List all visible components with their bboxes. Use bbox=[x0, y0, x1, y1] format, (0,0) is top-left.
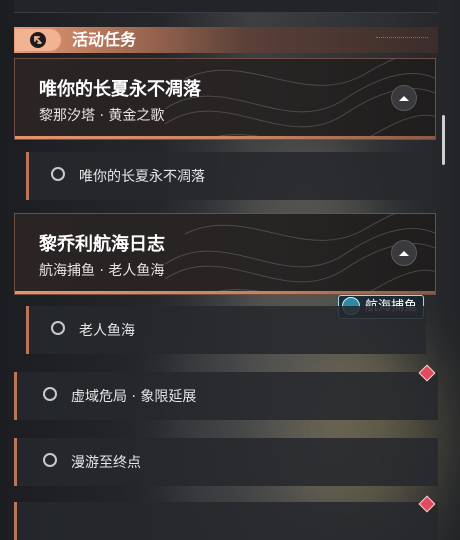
task-row[interactable]: 漫游至终点 bbox=[14, 438, 438, 486]
task-row-partial[interactable] bbox=[14, 502, 438, 540]
task-row[interactable]: 老人鱼海 bbox=[26, 306, 426, 354]
task-label: 漫游至终点 bbox=[71, 455, 141, 471]
task-row[interactable]: 唯你的长夏永不凋落 bbox=[26, 152, 426, 200]
radio-circle-icon bbox=[43, 387, 57, 401]
mission-card-summer[interactable]: 唯你的长夏永不凋落 黎那汐塔 · 黄金之歌 bbox=[14, 58, 436, 140]
chevron-up-icon[interactable] bbox=[391, 85, 417, 111]
scrollbar-thumb[interactable] bbox=[442, 115, 445, 165]
mission-title: 唯你的长夏永不凋落 bbox=[39, 79, 201, 100]
mission-card-voyage[interactable]: 黎乔利航海日志 航海捕鱼 · 老人鱼海 bbox=[14, 213, 436, 295]
radio-circle-icon bbox=[51, 167, 65, 181]
mission-title: 黎乔利航海日志 bbox=[39, 234, 165, 255]
previous-panel-edge bbox=[14, 0, 438, 13]
return-arrow-icon[interactable] bbox=[15, 29, 61, 51]
mission-subtitle: 黎那汐塔 · 黄金之歌 bbox=[39, 108, 165, 124]
radio-circle-icon bbox=[51, 321, 65, 335]
section-decoration bbox=[376, 37, 428, 42]
chevron-up-icon[interactable] bbox=[391, 240, 417, 266]
section-title: 活动任务 bbox=[72, 30, 137, 49]
task-label: 虚域危局 · 象限延展 bbox=[71, 389, 197, 405]
task-label: 老人鱼海 bbox=[79, 323, 135, 339]
task-label: 唯你的长夏永不凋落 bbox=[79, 169, 205, 185]
task-row[interactable]: 虚域危局 · 象限延展 bbox=[14, 372, 438, 420]
radio-circle-icon bbox=[43, 453, 57, 467]
section-header: 活动任务 bbox=[14, 27, 438, 53]
mission-subtitle: 航海捕鱼 · 老人鱼海 bbox=[39, 263, 165, 279]
